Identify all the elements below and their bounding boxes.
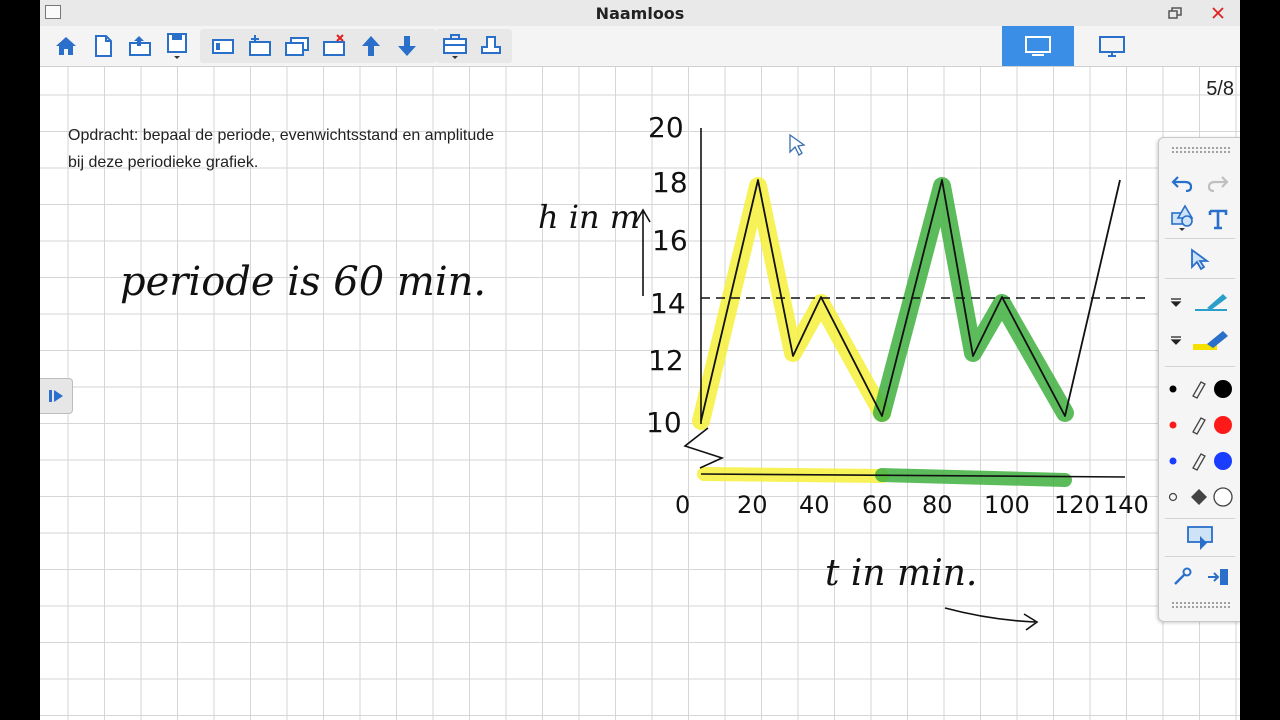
- fill-icon[interactable]: [1163, 482, 1237, 512]
- collapse-panel-icon[interactable]: [1203, 562, 1233, 592]
- x-tick-80: 80: [922, 491, 953, 519]
- ink-layer: 20 18 16 14 12 10 0 20 40 60 80 100 120 …: [120, 111, 1150, 631]
- y-tick-10: 10: [646, 406, 682, 439]
- x-tick-140: 140: [1103, 491, 1149, 519]
- panel-separator: [1165, 518, 1235, 519]
- panel-grip-bottom[interactable]: [1171, 601, 1231, 609]
- handwritten-answer: periode is 60 min.: [120, 259, 486, 305]
- panel-grip-top[interactable]: [1171, 146, 1231, 154]
- y-tick-20: 20: [648, 111, 684, 144]
- pen-options-icon[interactable]: [1165, 288, 1187, 316]
- black-pen-icon[interactable]: [1163, 374, 1237, 404]
- settings-icon[interactable]: [1167, 562, 1197, 592]
- x-tick-40: 40: [799, 491, 830, 519]
- panel-separator: [1165, 556, 1235, 557]
- x-axis-label: t in min.: [825, 553, 977, 594]
- y-tick-12: 12: [648, 344, 684, 377]
- graph-highlights: [692, 177, 1074, 487]
- y-tick-16: 16: [652, 224, 688, 257]
- highlighter-options-icon[interactable]: [1165, 326, 1187, 354]
- handwritten-labels: 20 18 16 14 12 10 0 20 40 60 80 100 120 …: [120, 111, 1149, 594]
- blue-pen-icon[interactable]: [1163, 446, 1237, 476]
- panel-separator: [1165, 278, 1235, 279]
- panel-separator: [1165, 366, 1235, 367]
- tool-panel: [1158, 137, 1240, 622]
- axis-break-mark: [683, 427, 725, 469]
- x-tick-100: 100: [984, 491, 1030, 519]
- mouse-cursor-icon: [789, 133, 806, 156]
- x-tick-0: 0: [675, 491, 690, 519]
- y-tick-18: 18: [652, 166, 688, 199]
- text-icon[interactable]: [1203, 204, 1233, 234]
- x-tick-60: 60: [862, 491, 893, 519]
- redo-icon[interactable]: [1203, 168, 1233, 198]
- app-window: Naamloos 5/8 Opdracht: bepaal de periode…: [40, 0, 1240, 720]
- panel-separator: [1165, 238, 1235, 239]
- select-icon[interactable]: [1185, 244, 1215, 274]
- screen-capture-icon[interactable]: [1183, 522, 1217, 552]
- x-tick-20: 20: [737, 491, 768, 519]
- y-axis-label: h in m: [538, 198, 640, 236]
- highlighter-icon[interactable]: [1189, 326, 1233, 354]
- x-arrow: [944, 607, 1039, 631]
- shapes-icon[interactable]: [1167, 202, 1197, 234]
- green-highlight-period: [873, 177, 1074, 422]
- undo-icon[interactable]: [1167, 168, 1197, 198]
- x-tick-120: 120: [1054, 491, 1100, 519]
- red-pen-icon[interactable]: [1163, 410, 1237, 440]
- y-tick-14: 14: [650, 287, 686, 320]
- pen-icon[interactable]: [1189, 288, 1233, 316]
